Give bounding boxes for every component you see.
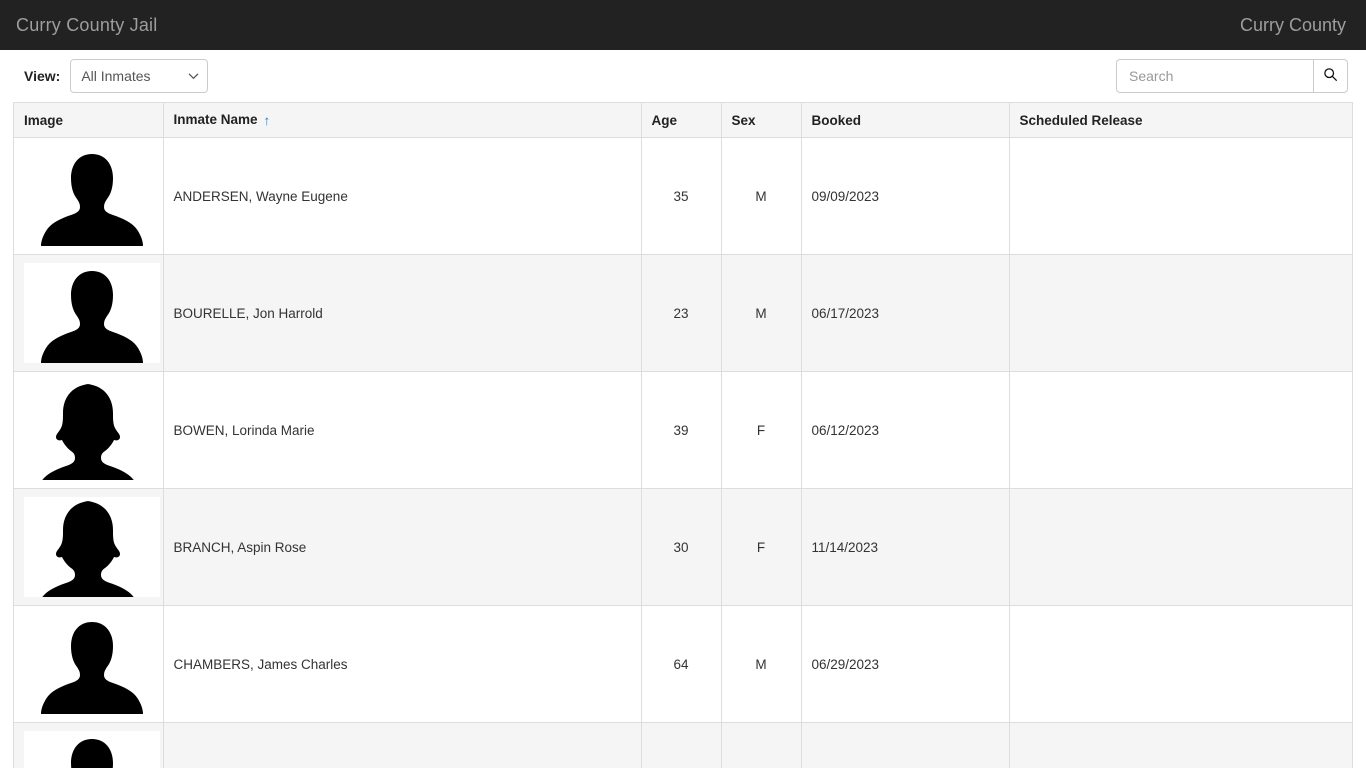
column-header-name[interactable]: Inmate Name ↑ <box>163 103 642 138</box>
female-silhouette-icon <box>24 380 160 480</box>
table-head: Image Inmate Name ↑ Age Sex Booked Schedu… <box>14 103 1352 138</box>
cell-image <box>14 137 164 255</box>
app-title[interactable]: Curry County Jail <box>16 15 157 35</box>
cell-inmate-name: BOWEN, Lorinda Marie <box>163 371 642 489</box>
male-silhouette-icon <box>24 731 160 768</box>
cell-booked: 06/17/2023 <box>801 254 1010 372</box>
cell-inmate-name: BRANCH, Aspin Rose <box>163 488 642 606</box>
cell-sex: F <box>721 488 802 606</box>
cell-booked: 09/09/2023 <box>801 137 1010 255</box>
cell-scheduled-release <box>1009 254 1352 372</box>
column-header-age[interactable]: Age <box>641 103 722 138</box>
column-header-sex[interactable]: Sex <box>721 103 802 138</box>
search-button[interactable] <box>1313 59 1348 93</box>
cell-sex: M <box>721 605 802 723</box>
cell-scheduled-release <box>1009 605 1352 723</box>
table-body: ANDERSEN, Wayne Eugene 35 M 09/09/2023 BOURE… <box>14 137 1352 768</box>
cell-image <box>14 605 164 723</box>
controls-bar: View: All Inmates <box>0 50 1366 102</box>
cell-sex: M <box>721 722 802 768</box>
view-label: View: <box>24 68 61 84</box>
cell-age: 35 <box>641 137 722 255</box>
cell-age: 64 <box>641 722 722 768</box>
cell-scheduled-release <box>1009 137 1352 255</box>
table-row[interactable]: BOURELLE, Jon Harrold 23 M 06/17/2023 <box>14 254 1352 372</box>
male-silhouette-icon <box>24 146 160 246</box>
inmate-table: Image Inmate Name ↑ Age Sex Booked Schedu… <box>14 103 1352 768</box>
cell-booked: 11/14/2023 <box>801 488 1010 606</box>
county-label: Curry County <box>1239 15 1346 35</box>
cell-image <box>14 488 164 606</box>
cell-image <box>14 371 164 489</box>
cell-sex: M <box>721 137 802 255</box>
column-header-scheduled-release[interactable]: Scheduled Release <box>1009 103 1352 138</box>
cell-booked: 06/29/2023 <box>801 605 1010 723</box>
column-header-name-label: Inmate Name <box>173 112 258 127</box>
female-silhouette-icon <box>24 497 160 597</box>
cell-inmate-name: COOPER, Leroy Frank <box>163 722 642 768</box>
column-header-booked[interactable]: Booked <box>801 103 1010 138</box>
cell-scheduled-release <box>1009 722 1352 768</box>
cell-image <box>14 722 164 768</box>
cell-sex: F <box>721 371 802 489</box>
top-navbar: Curry County Jail Curry County <box>0 0 1366 50</box>
view-filter-group: View: All Inmates <box>0 59 209 93</box>
cell-age: 23 <box>641 254 722 372</box>
table-row[interactable]: CHAMBERS, James Charles 64 M 06/29/2023 <box>14 605 1352 723</box>
cell-age: 64 <box>641 605 722 723</box>
table-row[interactable]: COOPER, Leroy Frank64M10/15/2023 <box>14 722 1352 768</box>
table-header-row: Image Inmate Name ↑ Age Sex Booked Schedu… <box>14 103 1352 138</box>
male-silhouette-icon <box>24 614 160 714</box>
male-silhouette-icon <box>24 263 160 363</box>
table-row[interactable]: BRANCH, Aspin Rose 30 F 11/14/2023 <box>14 488 1352 606</box>
sort-ascending-icon: ↑ <box>263 113 271 128</box>
view-select-wrapper: All Inmates <box>70 59 209 93</box>
cell-scheduled-release <box>1009 488 1352 606</box>
view-select[interactable]: All Inmates <box>70 59 209 93</box>
cell-booked: 10/15/2023 <box>801 722 1010 768</box>
search-input[interactable] <box>1116 59 1313 93</box>
cell-booked: 06/12/2023 <box>801 371 1010 489</box>
column-header-image[interactable]: Image <box>14 103 164 138</box>
cell-inmate-name: ANDERSEN, Wayne Eugene <box>163 137 642 255</box>
cell-sex: M <box>721 254 802 372</box>
table-row[interactable]: ANDERSEN, Wayne Eugene 35 M 09/09/2023 <box>14 137 1352 255</box>
search-icon <box>1323 67 1338 85</box>
search-group <box>1116 59 1348 93</box>
cell-age: 30 <box>641 488 722 606</box>
cell-inmate-name: BOURELLE, Jon Harrold <box>163 254 642 372</box>
cell-scheduled-release <box>1009 371 1352 489</box>
cell-inmate-name: CHAMBERS, James Charles <box>163 605 642 723</box>
inmate-table-container: Image Inmate Name ↑ Age Sex Booked Schedu… <box>13 102 1353 768</box>
cell-age: 39 <box>641 371 722 489</box>
table-row[interactable]: BOWEN, Lorinda Marie 39 F 06/12/2023 <box>14 371 1352 489</box>
cell-image <box>14 254 164 372</box>
